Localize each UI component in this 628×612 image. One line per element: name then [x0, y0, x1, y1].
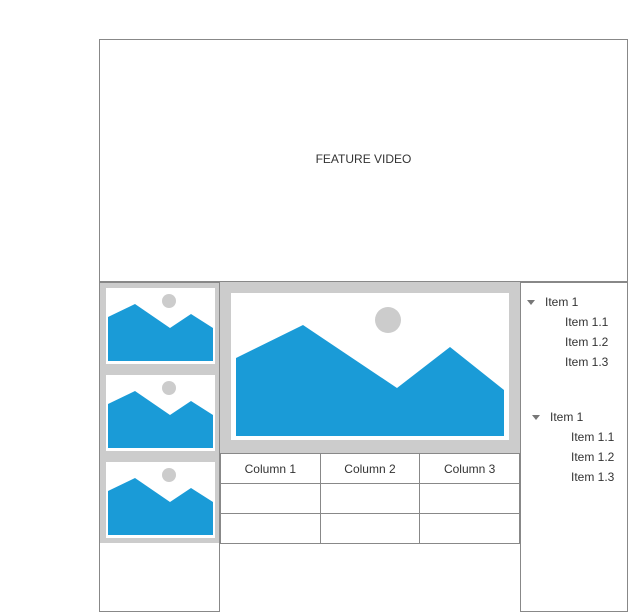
thumbnail-strip	[100, 283, 219, 543]
tree-child-item[interactable]: Item 1.2	[571, 450, 614, 464]
table-header-row: Column 1 Column 2 Column 3	[220, 453, 520, 484]
tree-child-item[interactable]: Item 1.3	[571, 470, 614, 484]
tree-child-item[interactable]: Item 1.1	[571, 430, 614, 444]
image-placeholder-icon	[108, 294, 213, 361]
thumbnail-1[interactable]	[106, 288, 215, 364]
table-row	[220, 513, 520, 544]
caret-down-icon[interactable]	[532, 415, 540, 420]
image-placeholder-icon	[236, 307, 504, 436]
column-header[interactable]: Column 3	[419, 453, 520, 484]
column-header[interactable]: Column 2	[319, 453, 421, 484]
table-cell[interactable]	[319, 483, 421, 514]
thumbnail-2[interactable]	[106, 375, 215, 451]
thumbnail-column	[99, 282, 220, 612]
table-cell[interactable]	[319, 513, 421, 544]
column-header[interactable]: Column 1	[220, 453, 321, 484]
feature-video-placeholder[interactable]: FEATURE VIDEO	[99, 39, 628, 282]
tree-node-label: Item 1	[545, 295, 579, 309]
thumbnail-3[interactable]	[106, 462, 215, 538]
table-row	[220, 483, 520, 514]
tree-child-item[interactable]: Item 1.3	[565, 355, 608, 369]
feature-video-label: FEATURE VIDEO	[315, 152, 412, 166]
image-placeholder-icon	[108, 381, 213, 448]
table-cell[interactable]	[419, 513, 520, 544]
main-image-panel	[220, 282, 520, 453]
tree-panel: Item 1 Item 1.1 Item 1.2 Item 1.3 Item 1…	[520, 282, 628, 612]
tree-node[interactable]: Item 1	[527, 295, 578, 309]
table-cell[interactable]	[220, 513, 321, 544]
image-placeholder-icon	[108, 468, 213, 535]
tree-child-item[interactable]: Item 1.1	[565, 315, 608, 329]
tree-child-item[interactable]: Item 1.2	[565, 335, 608, 349]
caret-down-icon[interactable]	[527, 300, 535, 305]
table-cell[interactable]	[220, 483, 321, 514]
main-image[interactable]	[231, 293, 509, 440]
table-cell[interactable]	[419, 483, 520, 514]
data-table: Column 1 Column 2 Column 3	[220, 453, 520, 544]
tree-node-label: Item 1	[550, 410, 584, 424]
tree-node[interactable]: Item 1	[532, 410, 583, 424]
